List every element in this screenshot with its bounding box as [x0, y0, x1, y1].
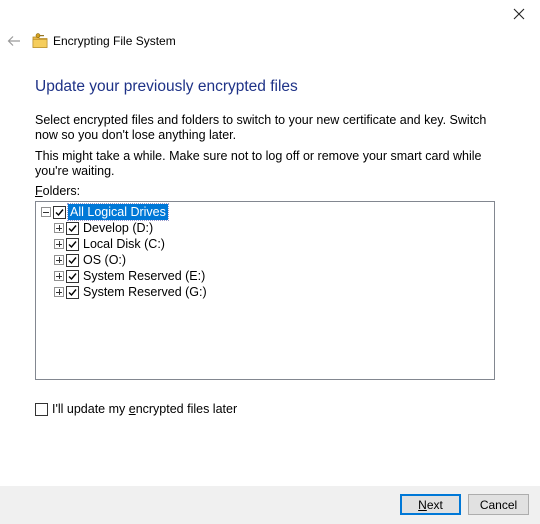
close-button[interactable]: [504, 2, 534, 26]
tree-node-checkbox[interactable]: [66, 285, 79, 299]
tree-node-checkbox[interactable]: [66, 237, 79, 251]
tree-node-label[interactable]: System Reserved (G:): [81, 284, 209, 300]
tree-node-checkbox[interactable]: [66, 253, 79, 267]
check-icon: [55, 208, 64, 216]
expand-icon[interactable]: [54, 255, 64, 265]
cancel-button[interactable]: Cancel: [468, 494, 529, 515]
tree-node-checkbox[interactable]: [66, 269, 79, 283]
tree-node-system-reserved-e[interactable]: System Reserved (E:): [54, 268, 207, 284]
check-icon: [68, 240, 77, 248]
update-later-checkbox[interactable]: I'll update my encrypted files later: [35, 402, 237, 416]
tree-node-label[interactable]: System Reserved (E:): [81, 268, 207, 284]
tree-node-checkbox[interactable]: [53, 205, 66, 219]
tree-node-local-disk-c[interactable]: Local Disk (C:): [54, 236, 167, 252]
check-icon: [68, 272, 77, 280]
tree-node-all-logical-drives[interactable]: All Logical Drives: [41, 203, 169, 221]
window-title: Encrypting File System: [53, 34, 176, 48]
back-button[interactable]: [5, 32, 23, 50]
tree-node-develop-d[interactable]: Develop (D:): [54, 220, 155, 236]
folders-label: Folders:: [35, 184, 81, 198]
close-icon: [513, 8, 525, 20]
collapse-icon[interactable]: [41, 207, 51, 217]
efs-key-icon: [32, 33, 48, 48]
check-icon: [68, 256, 77, 264]
update-later-label: I'll update my encrypted files later: [52, 402, 238, 416]
check-icon: [68, 224, 77, 232]
expand-icon[interactable]: [54, 271, 64, 281]
back-arrow-icon: [7, 36, 20, 46]
folders-tree[interactable]: All Logical Drives Develop (D:) Local Di…: [35, 201, 495, 380]
tree-node-checkbox[interactable]: [66, 221, 79, 235]
expand-icon[interactable]: [54, 223, 64, 233]
tree-node-os-o[interactable]: OS (O:): [54, 252, 128, 268]
next-button[interactable]: Next: [400, 494, 461, 515]
update-later-checkbox-box[interactable]: [35, 402, 48, 416]
tree-node-label[interactable]: Local Disk (C:): [81, 236, 167, 252]
check-icon: [68, 288, 77, 296]
tree-node-label[interactable]: OS (O:): [81, 252, 128, 268]
expand-icon[interactable]: [54, 239, 64, 249]
page-heading: Update your previously encrypted files: [35, 78, 298, 95]
tree-node-system-reserved-g[interactable]: System Reserved (G:): [54, 284, 209, 300]
tree-node-label[interactable]: Develop (D:): [81, 220, 155, 236]
wait-warning-text: This might take a while. Make sure not t…: [35, 149, 482, 178]
tree-node-label[interactable]: All Logical Drives: [67, 203, 169, 221]
instruction-text: Select encrypted files and folders to sw…: [35, 113, 487, 142]
expand-icon[interactable]: [54, 287, 64, 297]
